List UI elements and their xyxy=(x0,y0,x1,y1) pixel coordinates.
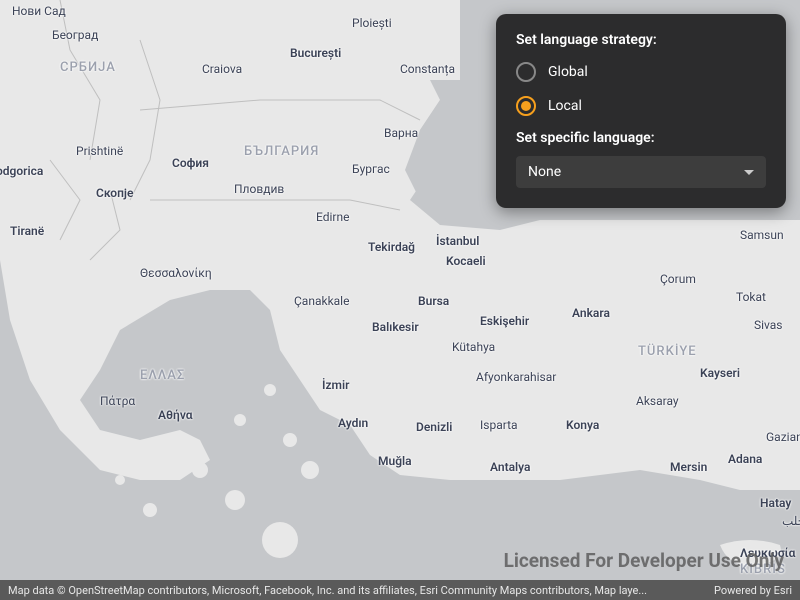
attribution-bar: Map data © OpenStreetMap contributors, M… xyxy=(0,580,800,600)
specific-heading: Set specific language: xyxy=(516,130,766,146)
chevron-down-icon xyxy=(744,170,754,175)
city-label: Craiova xyxy=(202,62,242,76)
city-label: Samsun xyxy=(740,228,784,242)
city-label: Antalya xyxy=(490,460,530,474)
city-label: Çorum xyxy=(660,272,696,286)
city-label: Варна xyxy=(384,126,418,140)
city-label: Mersin xyxy=(670,460,707,474)
map-canvas[interactable]: СРБИЈАБЪЛГАРИЯΕΛΛΑΣTÜRKİYEKIBRISНови Сад… xyxy=(0,0,800,600)
powered-by-text[interactable]: Powered by Esri xyxy=(714,584,792,597)
country-label: СРБИЈА xyxy=(60,60,116,75)
city-label: Muğla xyxy=(378,454,412,468)
city-label: حلب xyxy=(782,514,800,528)
radio-local[interactable]: Local xyxy=(516,96,766,116)
city-label: Edirne xyxy=(316,210,349,224)
radio-label-local: Local xyxy=(548,98,582,114)
radio-icon xyxy=(516,62,536,82)
city-label: Kütahya xyxy=(452,340,495,354)
city-label: Prishtinë xyxy=(76,144,123,158)
city-label: Београд xyxy=(52,28,98,42)
city-label: Isparta xyxy=(480,418,518,432)
country-label: ΕΛΛΑΣ xyxy=(140,368,185,383)
city-label: Θεσσαλονίκη xyxy=(140,266,212,280)
license-watermark: Licensed For Developer Use Only xyxy=(504,549,784,572)
city-label: Kocaeli xyxy=(446,254,486,268)
city-label: Gaziant xyxy=(766,430,800,444)
city-label: Tiranë xyxy=(10,224,44,238)
city-label: İstanbul xyxy=(436,234,479,248)
city-label: Пловдив xyxy=(234,182,284,196)
city-label: Constanța xyxy=(400,62,455,76)
city-label: Bursa xyxy=(418,294,449,308)
city-label: İzmir xyxy=(322,378,349,392)
city-label: Çanakkale xyxy=(294,294,349,308)
city-label: Ploiești xyxy=(352,16,392,30)
radio-global[interactable]: Global xyxy=(516,62,766,82)
city-label: София xyxy=(172,156,209,170)
city-label: Tokat xyxy=(736,290,766,304)
city-label: Tekirdağ xyxy=(368,240,415,254)
city-label: Aksaray xyxy=(636,394,679,408)
attribution-text: Map data © OpenStreetMap contributors, M… xyxy=(8,584,647,597)
city-label: Hatay xyxy=(760,496,791,510)
city-label: Бургас xyxy=(352,162,390,176)
city-label: Sivas xyxy=(754,318,783,332)
language-select-value: None xyxy=(528,164,561,180)
city-label: Balıkesir xyxy=(372,320,419,334)
city-label: Adana xyxy=(728,452,762,466)
city-label: Eskişehir xyxy=(480,314,529,328)
city-label: Denizli xyxy=(416,420,452,434)
city-label: Konya xyxy=(566,418,599,432)
language-panel: Set language strategy: Global Local Set … xyxy=(496,14,786,208)
city-label: Нови Сад xyxy=(12,4,66,18)
city-label: Kayseri xyxy=(700,366,740,380)
city-label: București xyxy=(290,46,341,60)
city-label: Ankara xyxy=(572,306,610,320)
city-label: Скопје xyxy=(96,186,133,200)
city-label: Αθήνα xyxy=(158,408,193,422)
radio-label-global: Global xyxy=(548,64,588,80)
city-label: odgorica xyxy=(0,164,43,178)
city-label: Afyonkarahisar xyxy=(476,370,556,384)
strategy-heading: Set language strategy: xyxy=(516,32,766,48)
language-select[interactable]: None xyxy=(516,156,766,188)
country-label: TÜRKİYE xyxy=(638,344,697,359)
country-label: БЪЛГАРИЯ xyxy=(244,144,319,159)
city-label: Πάτρα xyxy=(100,394,135,408)
city-label: Aydın xyxy=(338,416,368,430)
radio-icon-selected xyxy=(516,96,536,116)
